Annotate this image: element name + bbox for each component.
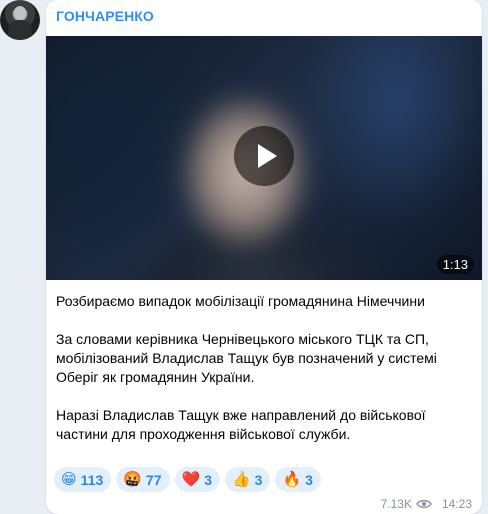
video-preview[interactable]: 1:13 [46,36,482,280]
video-duration: 1:13 [436,255,474,274]
message-time: 14:23 [441,497,472,511]
angry-emoji-icon: 🤬 [123,471,142,488]
eye-icon [416,499,432,509]
view-count: 7.13K [380,497,412,511]
heart-emoji-icon: ❤️ [181,471,201,488]
reaction-count: 77 [145,471,162,488]
reaction-angry[interactable]: 🤬 77 [116,467,170,492]
avatar-torso [8,20,32,40]
thumbs-up-emoji-icon: 👍 [231,471,251,488]
message-text: Розбираємо випадок мобілізації громадяни… [56,292,472,444]
reaction-count: 3 [305,471,313,488]
channel-avatar[interactable] [0,0,40,40]
message-paragraph: Наразі Владислав Тащук вже направлений д… [56,407,426,442]
reaction-heart[interactable]: ❤️ 3 [174,467,220,492]
message-bubble: ГОНЧАРЕНКО 1:13 Розбираємо випадок мобіл… [46,0,482,514]
reaction-thumbs-up[interactable]: 👍 3 [224,467,271,492]
reaction-grin[interactable]: 😁 113 [54,467,112,492]
reaction-fire[interactable]: 🔥 3 [275,467,321,492]
reaction-count: 113 [80,471,104,488]
reaction-count: 3 [204,471,212,488]
grin-emoji-icon: 😁 [61,471,77,488]
reaction-count: 3 [254,471,263,488]
fire-emoji-icon: 🔥 [282,471,302,488]
reactions-bar: 😁 113 🤬 77 ❤️ 3 👍 3 🔥 3 [54,467,321,492]
message-meta: 7.13K 14:23 [381,497,472,511]
play-button[interactable] [234,126,294,186]
message-paragraph: Розбираємо випадок мобілізації громадяни… [56,293,425,309]
message-paragraph: За словами керівника Чернівецького міськ… [56,331,437,385]
channel-name[interactable]: ГОНЧАРЕНКО [56,8,154,24]
avatar-head [14,6,26,20]
play-icon [258,144,277,168]
